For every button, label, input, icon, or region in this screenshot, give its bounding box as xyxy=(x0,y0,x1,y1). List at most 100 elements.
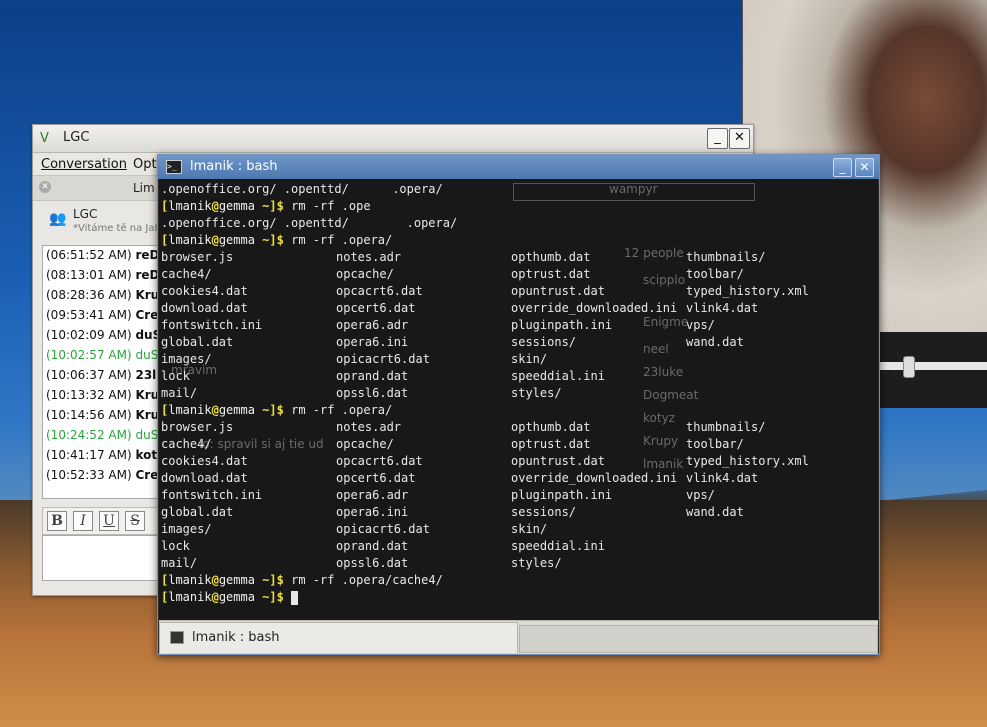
terminal-listing-entry: download.dat xyxy=(161,301,248,315)
chat-timestamp: (06:51:52 AM) xyxy=(46,248,132,262)
terminal-prompt-line: [lmanik@gemma ~]$ rm -rf .ope xyxy=(161,198,371,215)
terminal-cursor xyxy=(291,590,299,605)
terminal-listing-entry: browser.js xyxy=(161,250,234,264)
prompt-at: @ xyxy=(211,199,219,213)
terminal-listing-entry: pluginpath.ini xyxy=(511,318,613,332)
terminal-listing-entry: notes.adr xyxy=(336,250,402,264)
ghost-user-1: Enigme xyxy=(643,315,689,329)
terminal-screen[interactable]: wampyr 12 people scipplo Enigme neel 23l… xyxy=(159,179,878,620)
prompt-user: lmanik xyxy=(168,590,212,604)
terminal-listing-entry: pluginpath.ini xyxy=(511,488,613,502)
terminal-listing-entry: global.dat xyxy=(161,335,234,349)
chat-log-row: (09:53:41 AM) Cree xyxy=(46,308,166,322)
prompt-end: ]$ xyxy=(269,573,292,587)
video-seek-handle[interactable] xyxy=(903,356,915,378)
terminal-listing-entry: sessions/ xyxy=(511,335,577,349)
terminal-listing-entry: opicacrt6.dat xyxy=(336,352,430,366)
prompt-at: @ xyxy=(211,233,219,247)
ghost-user-7: lmanik xyxy=(643,457,684,471)
terminal-listing-entry: oprand.dat xyxy=(336,539,409,553)
terminal-listing-entry: opcacrt6.dat xyxy=(336,454,423,468)
chat-log-row: (10:02:09 AM) duS xyxy=(46,328,161,342)
terminal-listing-entry: opera6.adr xyxy=(336,488,409,502)
terminal-output-line: .openoffice.org/ .openttd/ .opera/ xyxy=(161,216,458,230)
prompt-at: @ xyxy=(211,573,219,587)
bold-button[interactable]: B xyxy=(47,511,67,531)
terminal-listing-entry: opcert6.dat xyxy=(336,471,416,485)
terminal-listing-entry: optrust.dat xyxy=(511,437,591,451)
terminal-listing-entry: lock xyxy=(161,539,190,553)
terminal-listing-entry: toolbar/ xyxy=(686,437,744,451)
terminal-listing-entry: opthumb.dat xyxy=(511,420,591,434)
terminal-prompt-line: [lmanik@gemma ~]$ rm -rf .opera/cache4/ xyxy=(161,572,443,589)
chat-timestamp: (10:02:57 AM) xyxy=(46,348,132,362)
prompt-user: lmanik xyxy=(168,403,212,417)
menu-conversation[interactable]: Conversation xyxy=(41,157,127,172)
terminal-output-line: .openoffice.org/ .openttd/ .opera/ xyxy=(161,182,443,196)
terminal-tab-active[interactable]: lmanik : bash xyxy=(159,622,518,653)
terminal-close-button[interactable]: ✕ xyxy=(855,158,874,177)
underline-button[interactable]: U xyxy=(99,511,119,531)
terminal-listing-entry: typed_history.xml xyxy=(686,284,809,298)
terminal-listing-entry: wand.dat xyxy=(686,335,744,349)
chat-log-row: (10:02:57 AM) duS xyxy=(46,348,158,362)
strike-button[interactable]: S xyxy=(125,511,145,531)
terminal-listing-entry: override_downloaded.ini xyxy=(511,471,678,485)
ghost-user-3: 23luke xyxy=(643,365,684,379)
prompt-host: gemma xyxy=(218,403,255,417)
minimize-button[interactable]: _ xyxy=(707,128,728,149)
terminal-tab-empty[interactable] xyxy=(519,625,878,653)
chat-timestamp: (09:53:41 AM) xyxy=(46,308,132,322)
terminal-titlebar[interactable]: >_ lmanik : bash _ ✕ xyxy=(158,155,879,179)
terminal-listing-entry: sessions/ xyxy=(511,505,577,519)
chat-log-row: (10:06:37 AM) 23luk xyxy=(46,368,173,382)
prompt-command: rm -rf .opera/ xyxy=(291,403,393,417)
room-name: LGC xyxy=(73,207,98,221)
chat-log-row: (10:41:17 AM) koty xyxy=(46,448,165,462)
terminal-listing-entry: vps/ xyxy=(686,318,715,332)
prompt-at: @ xyxy=(211,403,219,417)
chat-nick: duS xyxy=(135,428,159,442)
chat-timestamp: (10:52:33 AM) xyxy=(46,468,132,482)
terminal-listing-entry: notes.adr xyxy=(336,420,402,434)
prompt-host: gemma xyxy=(218,573,255,587)
prompt-command: rm -rf .ope xyxy=(291,199,371,213)
italic-button[interactable]: I xyxy=(73,511,93,531)
close-button[interactable]: ✕ xyxy=(729,128,750,149)
prompt-end: ]$ xyxy=(269,233,292,247)
prompt-user: lmanik xyxy=(168,573,212,587)
ghost-user-2: neel xyxy=(643,342,669,356)
lgc-titlebar[interactable]: V LGC _ ✕ xyxy=(33,125,753,153)
terminal-prompt-line: [lmanik@gemma ~]$ xyxy=(161,589,299,606)
prompt-command: rm -rf .opera/cache4/ xyxy=(291,573,443,587)
tab-label[interactable]: Lim xyxy=(133,181,155,195)
terminal-listing-entry: opera6.adr xyxy=(336,318,409,332)
prompt-user: lmanik xyxy=(168,233,212,247)
prompt-dir: ~ xyxy=(254,573,270,587)
tab-close-icon[interactable]: ✕ xyxy=(39,181,51,193)
terminal-listing-entry: lock xyxy=(161,369,190,383)
terminal-listing-entry: mail/ xyxy=(161,556,198,570)
ghost-people-count: 12 people xyxy=(624,246,684,260)
terminal-listing-entry: cookies4.dat xyxy=(161,454,248,468)
prompt-end: ]$ xyxy=(269,590,292,604)
terminal-listing-entry: vlink4.dat xyxy=(686,301,759,315)
terminal-listing-entry: optrust.dat xyxy=(511,267,591,281)
terminal-listing-entry: opcache/ xyxy=(336,267,394,281)
chat-room-icon: 👥 xyxy=(49,211,67,227)
terminal-minimize-button[interactable]: _ xyxy=(833,158,852,177)
prompt-host: gemma xyxy=(218,590,255,604)
terminal-listing-entry: toolbar/ xyxy=(686,267,744,281)
lgc-app-icon: V xyxy=(40,131,49,146)
terminal-listing-entry: download.dat xyxy=(161,471,248,485)
terminal-title: lmanik : bash xyxy=(190,159,278,174)
ghost-user-4: Dogmeat xyxy=(643,388,699,402)
terminal-listing-entry: oprand.dat xyxy=(336,369,409,383)
terminal-prompt-line: [lmanik@gemma ~]$ rm -rf .opera/ xyxy=(161,402,392,419)
terminal-listing-entry: thumbnails/ xyxy=(686,250,766,264)
terminal-listing-entry: opera6.ini xyxy=(336,505,409,519)
terminal-tab-label: lmanik : bash xyxy=(192,630,280,645)
ghost-user-6: Krupy xyxy=(643,434,679,448)
terminal-listing-entry: opcache/ xyxy=(336,437,394,451)
chat-log-row: (10:14:56 AM) Krup xyxy=(46,408,168,422)
